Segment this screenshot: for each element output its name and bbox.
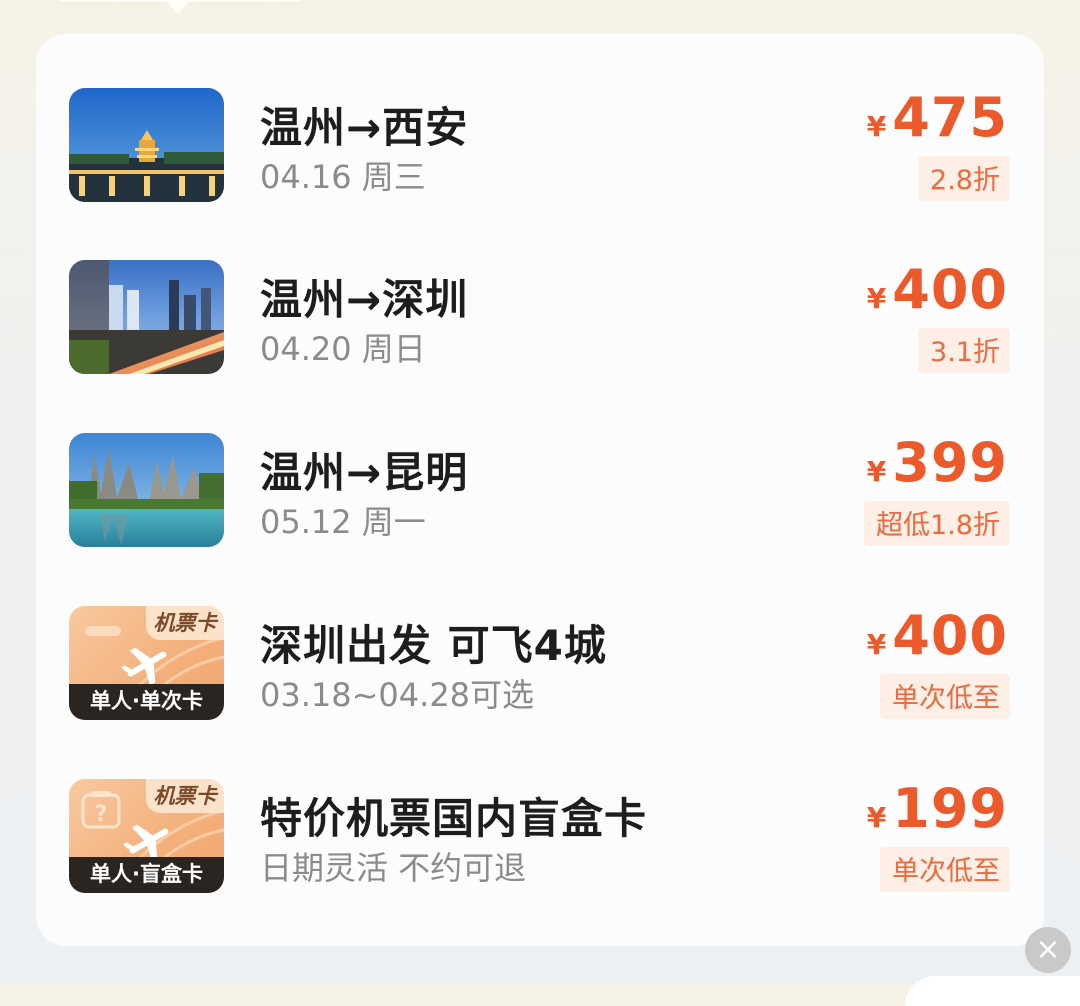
deal-title: 深圳出发 可飞4城 [260, 621, 607, 670]
deal-row-kunming[interactable]: 温州→昆明 05.12 周一 ¥399 超低1.8折 [36, 431, 1044, 553]
currency-symbol: ¥ [866, 801, 887, 834]
shenzhen-thumbnail [69, 260, 224, 374]
svg-text:?: ? [95, 802, 108, 827]
blind-box-card-thumbnail: ? 机票卡 单人·盲盒卡 [69, 779, 224, 893]
deal-terms: 日期灵活 不约可退 [260, 849, 527, 887]
route-title: 温州→西安 [260, 103, 469, 152]
price: ¥199 [867, 777, 1008, 840]
price-value: 399 [892, 431, 1008, 494]
discount-tag: 2.8折 [918, 156, 1010, 201]
close-icon[interactable]: × [1025, 927, 1071, 973]
currency-symbol: ¥ [866, 110, 887, 143]
price-value: 199 [892, 777, 1008, 840]
route-date: 05.12 周一 [260, 503, 426, 541]
deal-date-range: 03.18~04.28可选 [260, 676, 535, 714]
route-date: 04.20 周日 [260, 330, 426, 368]
deal-title: 特价机票国内盲盒卡 [260, 794, 648, 843]
ticket-card-badge: 机票卡 [146, 606, 224, 640]
price: ¥475 [867, 86, 1008, 149]
flight-deals-card: 温州→西安 04.16 周三 ¥475 2.8折 温州→深圳 04.20 周日 … [36, 34, 1044, 946]
deal-row-shenzhen[interactable]: 温州→深圳 04.20 周日 ¥400 3.1折 [36, 258, 1044, 380]
deal-row-xian[interactable]: 温州→西安 04.16 周三 ¥475 2.8折 [36, 86, 1044, 208]
ticket-card-thumbnail: 机票卡 单人·单次卡 [69, 606, 224, 720]
price-value: 475 [892, 86, 1008, 149]
xian-thumbnail [69, 88, 224, 202]
currency-symbol: ¥ [866, 282, 887, 315]
tab-pointer [165, 0, 191, 14]
price: ¥400 [867, 258, 1008, 321]
price-value: 400 [892, 604, 1008, 667]
discount-tag: 3.1折 [918, 328, 1010, 373]
ticket-card-label: 单人·盲盒卡 [69, 857, 224, 893]
price-note-tag: 单次低至 [880, 847, 1010, 892]
discount-tag: 超低1.8折 [864, 501, 1010, 546]
currency-symbol: ¥ [866, 455, 887, 488]
price-note-tag: 单次低至 [880, 674, 1010, 719]
currency-symbol: ¥ [866, 628, 887, 661]
kunming-thumbnail [69, 433, 224, 547]
ticket-card-badge: 机票卡 [146, 779, 224, 813]
deal-row-blind-box[interactable]: ? 机票卡 单人·盲盒卡 特价机票国内盲盒卡 日期灵活 不约可退 ¥199 单次… [36, 777, 1044, 899]
bottom-panel-edge [905, 976, 1080, 1006]
question-box-icon: ? [81, 791, 121, 829]
price: ¥399 [867, 431, 1008, 494]
ticket-card-label: 单人·单次卡 [69, 684, 224, 720]
route-date: 04.16 周三 [260, 158, 426, 196]
deal-row-city-pass[interactable]: 机票卡 单人·单次卡 深圳出发 可飞4城 03.18~04.28可选 ¥400 … [36, 604, 1044, 726]
route-title: 温州→深圳 [260, 275, 469, 324]
price: ¥400 [867, 604, 1008, 667]
price-value: 400 [892, 258, 1008, 321]
route-title: 温州→昆明 [260, 448, 469, 497]
